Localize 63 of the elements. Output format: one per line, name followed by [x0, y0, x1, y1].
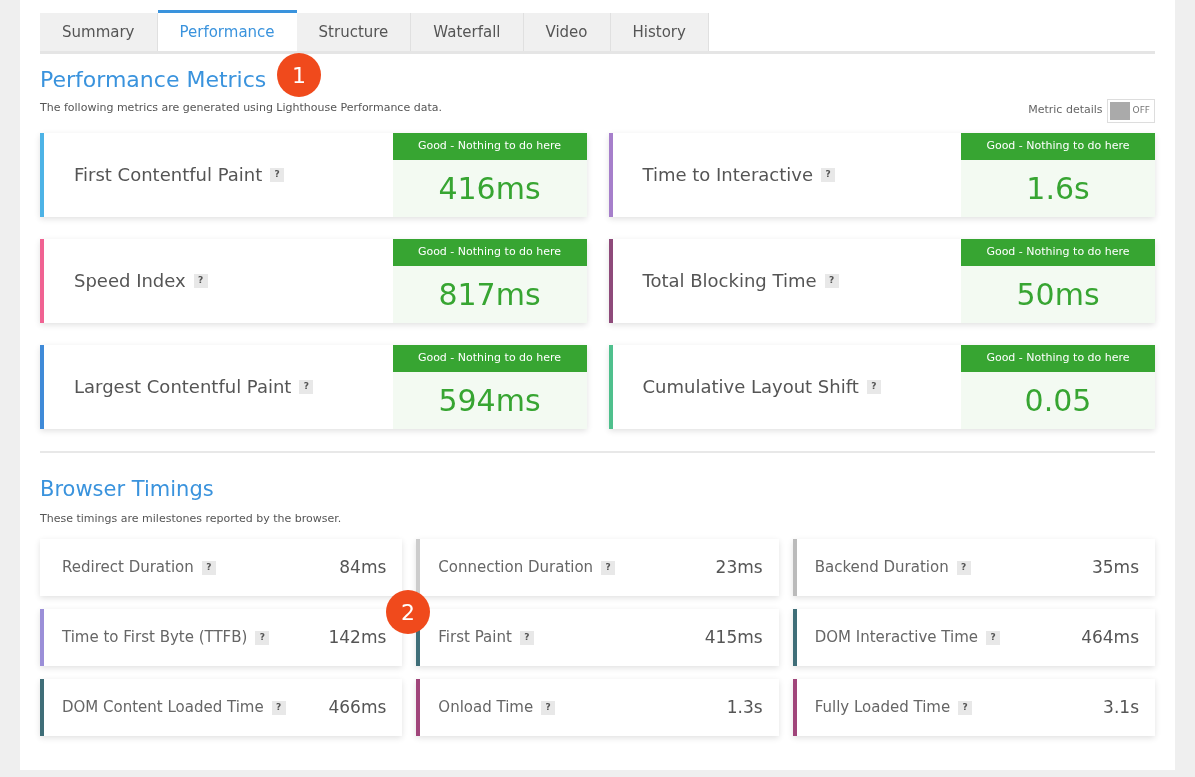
help-badge[interactable]: ?: [866, 379, 881, 394]
timing-value: 1.3s: [726, 695, 763, 719]
tab[interactable]: Video: [523, 13, 611, 51]
timing-name: Redirect Duration: [62, 557, 194, 579]
verdict-banner: Good - Nothing to do here: [392, 132, 587, 160]
verdict-banner: Good - Nothing to do here: [392, 238, 587, 266]
tab[interactable]: Summary: [40, 13, 158, 51]
verdict-banner: Good - Nothing to do here: [961, 132, 1155, 160]
timing-name: Fully Loaded Time: [814, 697, 951, 719]
metric-value: 594ms: [437, 381, 542, 420]
timing-value: 35ms: [1091, 555, 1139, 579]
tab[interactable]: Waterfall: [411, 13, 524, 51]
help-badge[interactable]: ?: [956, 560, 971, 575]
metric-name: Cumulative Layout Shift: [642, 375, 859, 399]
section-title: Performance Metrics: [40, 66, 267, 94]
metric-value: 50ms: [1015, 275, 1101, 314]
help-badge[interactable]: ?: [193, 273, 208, 288]
metric-value: 817ms: [437, 275, 542, 314]
help-badge[interactable]: ?: [201, 560, 216, 575]
section-description: The following metrics are generated using Lighthouse Performance data.: [40, 100, 442, 116]
help-badge[interactable]: ?: [541, 700, 556, 715]
verdict-banner: Good - Nothing to do here: [961, 344, 1155, 372]
timing-name: DOM Interactive Time: [814, 627, 978, 649]
callout-badge: 1: [277, 53, 321, 97]
timing-value: 466ms: [328, 695, 387, 719]
metric-value: 1.6s: [1025, 169, 1091, 208]
timing-name: First Paint: [438, 627, 512, 649]
verdict-banner: Good - Nothing to do here: [961, 238, 1155, 266]
metric-name: Total Blocking Time: [642, 269, 817, 293]
timing-name: Onload Time: [438, 697, 534, 719]
help-badge[interactable]: ?: [255, 630, 270, 645]
verdict-banner: Good - Nothing to do here: [392, 344, 587, 372]
timing-name: Time to First Byte (TTFB): [62, 627, 248, 649]
timing-value: 3.1s: [1103, 695, 1139, 719]
help-badge[interactable]: ?: [299, 379, 314, 394]
metric-details-toggle[interactable]: OFF: [1106, 98, 1155, 123]
metric-value: 416ms: [437, 169, 542, 208]
timing-value: 142ms: [328, 625, 387, 649]
help-badge[interactable]: ?: [601, 560, 616, 575]
timing-value: 23ms: [715, 555, 763, 579]
metric-name: Speed Index: [74, 269, 186, 293]
timing-value: 415ms: [704, 625, 763, 649]
timing-name: Backend Duration: [814, 557, 949, 579]
timing-name: DOM Content Loaded Time: [62, 697, 264, 719]
help-badge[interactable]: ?: [821, 167, 836, 182]
help-badge[interactable]: ?: [824, 273, 839, 288]
timing-value: 84ms: [339, 555, 387, 579]
help-badge[interactable]: ?: [270, 167, 285, 182]
help-badge[interactable]: ?: [986, 630, 1000, 645]
metric-name: Largest Contentful Paint: [74, 375, 292, 399]
help-badge[interactable]: ?: [519, 630, 534, 645]
help-badge[interactable]: ?: [271, 700, 286, 715]
metric-name: First Contentful Paint: [74, 163, 263, 187]
metric-value: 0.05: [1023, 381, 1093, 420]
timing-value: 464ms: [1081, 625, 1139, 649]
toggle-label: Metric details: [1028, 102, 1103, 119]
section-title: Browser Timings: [40, 475, 215, 503]
tab[interactable]: History: [610, 13, 709, 51]
help-badge[interactable]: ?: [958, 700, 973, 715]
tab[interactable]: Structure: [296, 13, 412, 51]
section-description: These timings are milestones reported by the browser.: [40, 510, 343, 527]
timing-name: Connection Duration: [438, 557, 594, 579]
metric-name: Time to Interactive: [642, 163, 814, 187]
